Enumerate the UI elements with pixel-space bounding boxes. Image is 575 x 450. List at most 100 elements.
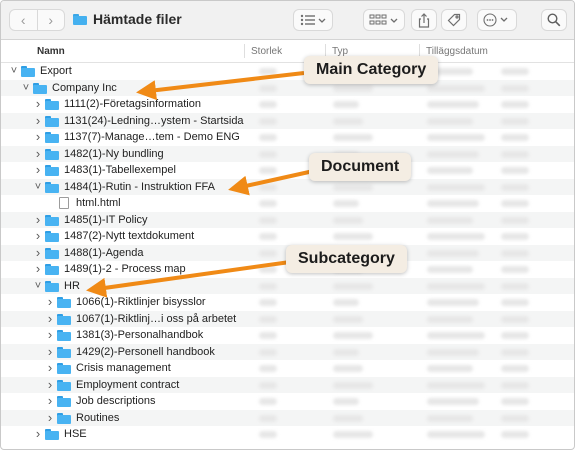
chevron-right-icon[interactable]: ›	[45, 410, 55, 426]
folder-row[interactable]: › 1482(1)-Ny bundling	[1, 145, 574, 162]
folder-row[interactable]: › Routines	[1, 409, 574, 426]
redacted-metadata	[259, 84, 277, 92]
folder-icon	[45, 181, 59, 193]
chevron-down-icon[interactable]: ˅	[33, 278, 43, 294]
folder-row[interactable]: › 1487(2)-Nytt textdokument	[1, 228, 574, 245]
chevron-right-icon[interactable]: ›	[36, 10, 65, 30]
item-name: 1067(1)-Riktlinj…i oss på arbetet	[76, 312, 237, 325]
chevron-right-icon[interactable]: ›	[33, 261, 43, 277]
redacted-metadata	[333, 216, 363, 224]
redacted-metadata	[259, 134, 277, 141]
chevron-right-icon[interactable]: ›	[45, 294, 55, 310]
redacted-metadata	[259, 266, 277, 273]
redacted-metadata	[333, 117, 363, 125]
folder-row[interactable]: › 1137(7)-Manage…tem - Demo ENG	[1, 129, 574, 146]
group-button[interactable]	[363, 9, 405, 31]
redacted-metadata	[501, 365, 529, 372]
redacted-metadata	[427, 398, 479, 405]
list-view-icon	[300, 14, 326, 26]
chevron-down-icon[interactable]: ˅	[21, 80, 31, 96]
chevron-right-icon[interactable]: ›	[45, 377, 55, 393]
item-name: 1381(3)-Personalhandbok	[76, 329, 204, 342]
folder-icon	[45, 132, 59, 143]
folder-row[interactable]: › 1131(24)-Ledning…ystem - Startsida	[1, 112, 574, 129]
view-options-button[interactable]	[293, 9, 333, 31]
chevron-right-icon[interactable]: ›	[33, 228, 43, 244]
chevron-right-icon[interactable]: ›	[33, 146, 43, 162]
folder-row[interactable]: ˅ Export	[1, 63, 574, 80]
chevron-right-icon[interactable]: ›	[33, 113, 43, 129]
folder-row[interactable]: ˅ HR	[1, 277, 574, 294]
item-name: 1482(1)-Ny bundling	[64, 147, 164, 160]
chevron-right-icon[interactable]: ›	[33, 245, 43, 261]
chevron-right-icon[interactable]: ›	[33, 426, 43, 442]
redacted-metadata	[427, 381, 485, 389]
folder-row[interactable]: › Job descriptions	[1, 393, 574, 410]
redacted-metadata	[259, 282, 277, 290]
redacted-metadata	[333, 200, 359, 207]
redacted-metadata	[427, 365, 473, 372]
chevron-down-icon[interactable]: ˅	[33, 179, 43, 195]
chevron-right-icon[interactable]: ›	[33, 129, 43, 145]
share-button[interactable]	[411, 9, 437, 31]
item-name: 1429(2)-Personell handbook	[76, 345, 215, 358]
folder-icon	[45, 115, 59, 127]
folder-row[interactable]: › 1429(2)-Personell handbook	[1, 343, 574, 360]
folder-row[interactable]: › HSE	[1, 426, 574, 443]
folder-row[interactable]: › 1066(1)-Riktlinjer bisysslor	[1, 294, 574, 311]
search-icon	[547, 13, 561, 27]
column-name[interactable]: Namn	[37, 46, 65, 57]
redacted-metadata	[427, 414, 473, 422]
more-actions-button[interactable]	[477, 9, 517, 31]
redacted-metadata	[259, 431, 277, 438]
folder-icon	[57, 396, 71, 407]
redacted-metadata	[259, 216, 277, 224]
redacted-metadata	[427, 134, 485, 141]
folder-icon	[45, 429, 59, 440]
item-name: 1066(1)-Riktlinjer bisysslor	[76, 296, 206, 309]
chevron-right-icon[interactable]: ›	[45, 393, 55, 409]
chevron-right-icon[interactable]: ›	[45, 360, 55, 376]
folder-row[interactable]: ˅ 1484(1)-Rutin - Instruktion FFA	[1, 178, 574, 195]
folder-row[interactable]: › 1381(3)-Personalhandbok	[1, 327, 574, 344]
column-size[interactable]: Storlek	[251, 46, 282, 57]
chevron-left-icon[interactable]: ‹	[10, 10, 37, 30]
chevron-right-icon[interactable]: ›	[33, 162, 43, 178]
folder-row[interactable]: ˅ Company Inc	[1, 79, 574, 96]
redacted-metadata	[259, 249, 277, 257]
file-row[interactable]: html.html	[1, 195, 574, 212]
chevron-down-icon[interactable]: ˅	[9, 63, 19, 79]
folder-icon	[57, 412, 71, 424]
folder-row[interactable]: › 1485(1)-IT Policy	[1, 211, 574, 228]
column-divider[interactable]	[244, 44, 245, 58]
tag-button[interactable]	[441, 9, 467, 31]
chevron-right-icon[interactable]: ›	[33, 96, 43, 112]
redacted-metadata	[333, 183, 373, 191]
redacted-metadata	[333, 84, 373, 92]
chevron-right-icon[interactable]: ›	[45, 344, 55, 360]
folder-row[interactable]: › Crisis management	[1, 360, 574, 377]
redacted-metadata	[333, 398, 359, 405]
redacted-metadata	[501, 183, 529, 191]
chevron-right-icon[interactable]: ›	[45, 327, 55, 343]
folder-icon	[45, 148, 59, 160]
chevron-right-icon[interactable]: ›	[45, 311, 55, 327]
redacted-metadata	[501, 315, 529, 323]
folder-row[interactable]: › 1111(2)-Företagsinformation	[1, 96, 574, 113]
folder-row[interactable]: › Employment contract	[1, 376, 574, 393]
redacted-metadata	[427, 150, 479, 158]
column-date-added[interactable]: Tilläggsdatum	[426, 46, 488, 57]
folder-row[interactable]: › 1483(1)-Tabellexempel	[1, 162, 574, 179]
annotation-document: Document	[309, 153, 412, 181]
redacted-metadata	[427, 167, 473, 174]
toolbar: ‹ › Hämtade filer	[1, 1, 574, 40]
folder-row[interactable]: › 1067(1)-Riktlinj…i oss på arbetet	[1, 310, 574, 327]
column-header: Namn Storlek Typ Tilläggsdatum	[1, 40, 574, 63]
redacted-metadata	[333, 381, 373, 389]
redacted-metadata	[259, 68, 277, 75]
redacted-metadata	[427, 282, 485, 290]
chevron-right-icon[interactable]: ›	[33, 212, 43, 228]
window-title-group: Hämtade filer	[73, 11, 182, 27]
search-button[interactable]	[541, 9, 567, 31]
finder-window: ‹ › Hämtade filer Namn Storlek Typ Tillä…	[0, 0, 575, 450]
